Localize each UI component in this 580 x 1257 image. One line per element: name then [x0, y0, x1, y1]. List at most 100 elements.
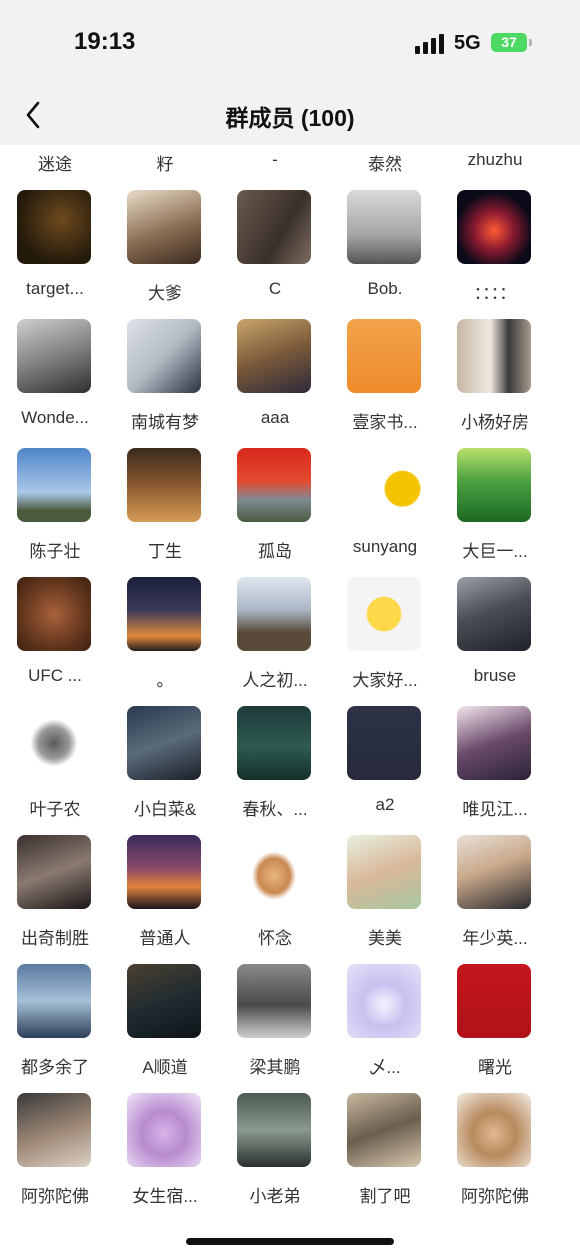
member-item[interactable]: UFC ... [0, 577, 110, 706]
member-avatar[interactable] [347, 448, 421, 522]
member-avatar[interactable] [17, 448, 91, 522]
member-item[interactable]: 小杨好房 [440, 319, 550, 448]
member-item[interactable]: 丁生 [110, 448, 220, 577]
member-item[interactable]: 小白菜& [110, 706, 220, 835]
member-item[interactable]: 大巨一... [440, 448, 550, 577]
member-avatar[interactable] [237, 577, 311, 651]
member-avatar[interactable] [17, 319, 91, 393]
member-item[interactable]: 陈子壮 [0, 448, 110, 577]
member-item[interactable]: 小老弟 [220, 1093, 330, 1222]
member-avatar[interactable] [127, 1093, 201, 1167]
member-avatar[interactable] [127, 448, 201, 522]
member-avatar[interactable] [457, 577, 531, 651]
member-avatar[interactable] [237, 448, 311, 522]
member-item[interactable]: sunyang [330, 448, 440, 577]
member-item[interactable]: 曙光 [440, 964, 550, 1093]
member-name: C [268, 279, 282, 298]
member-avatar[interactable] [127, 190, 201, 264]
member-item[interactable]: bruse [440, 577, 550, 706]
member-avatar[interactable] [457, 1093, 531, 1167]
member-avatar[interactable] [17, 964, 91, 1038]
member-avatar[interactable] [17, 577, 91, 651]
member-avatar[interactable] [347, 835, 421, 909]
member-avatar[interactable] [127, 964, 201, 1038]
member-avatar[interactable] [457, 964, 531, 1038]
member-avatar[interactable] [237, 835, 311, 909]
member-avatar[interactable] [17, 190, 91, 264]
home-indicator[interactable] [186, 1238, 394, 1245]
member-avatar[interactable] [17, 835, 91, 909]
member-item[interactable]: 阿弥陀佛 [0, 1093, 110, 1222]
member-item[interactable]: 都多余了 [0, 964, 110, 1093]
member-item[interactable]: 孤岛 [220, 448, 330, 577]
member-avatar[interactable] [347, 577, 421, 651]
member-avatar[interactable] [127, 706, 201, 780]
member-avatar[interactable] [347, 190, 421, 264]
member-avatar[interactable] [457, 319, 531, 393]
member-name: 梁其鹏 [249, 1058, 301, 1077]
member-item[interactable]: 叶子农 [0, 706, 110, 835]
member-item[interactable]: a2 [330, 706, 440, 835]
member-avatar[interactable] [17, 1093, 91, 1167]
member-avatar[interactable] [457, 835, 531, 909]
member-item[interactable]: 春秋、... [220, 706, 330, 835]
member-avatar[interactable] [237, 964, 311, 1038]
member-name: 小杨好房 [461, 413, 529, 432]
member-avatar[interactable] [127, 319, 201, 393]
member-name: 怀念 [258, 929, 292, 948]
member-avatar[interactable] [457, 706, 531, 780]
member-avatar[interactable] [237, 319, 311, 393]
member-item[interactable]: 乄... [330, 964, 440, 1093]
member-item[interactable]: Bob. [330, 190, 440, 319]
member-item[interactable]: aaa [220, 319, 330, 448]
member-item[interactable]: 阿弥陀佛 [440, 1093, 550, 1222]
member-item[interactable]: Wonde... [0, 319, 110, 448]
member-item[interactable]: 泰然 [330, 145, 440, 190]
member-name: 南城有梦 [131, 413, 199, 432]
member-item[interactable]: 籽 [110, 145, 220, 190]
member-avatar[interactable] [347, 319, 421, 393]
member-avatar[interactable] [237, 1093, 311, 1167]
member-name: 小白菜& [133, 800, 197, 819]
member-name: A顺道 [142, 1058, 188, 1077]
member-avatar[interactable] [347, 964, 421, 1038]
member-name: 出奇制胜 [21, 929, 89, 948]
member-name: Wonde... [21, 408, 89, 427]
member-item[interactable]: 大爹 [110, 190, 220, 319]
member-name: sunyang [352, 537, 418, 556]
member-item[interactable]: target... [0, 190, 110, 319]
member-item[interactable]: 迷途 [0, 145, 110, 190]
member-avatar[interactable] [457, 190, 531, 264]
member-item[interactable]: 梁其鹏 [220, 964, 330, 1093]
member-item[interactable]: A顺道 [110, 964, 220, 1093]
member-name: Bob. [367, 279, 403, 298]
member-avatar[interactable] [237, 706, 311, 780]
member-avatar[interactable] [237, 190, 311, 264]
member-item[interactable]: 壹家书... [330, 319, 440, 448]
member-avatar[interactable] [347, 706, 421, 780]
member-item[interactable]: 大家好... [330, 577, 440, 706]
member-name: 都多余了 [21, 1058, 89, 1077]
member-item[interactable]: 唯见江... [440, 706, 550, 835]
member-item[interactable]: zhuzhu [440, 145, 550, 190]
member-item[interactable]: 普通人 [110, 835, 220, 964]
member-item[interactable]: 美美 [330, 835, 440, 964]
member-name: 孤岛 [258, 542, 292, 561]
member-item[interactable]: - [220, 145, 330, 190]
member-avatar[interactable] [17, 706, 91, 780]
member-avatar[interactable] [457, 448, 531, 522]
member-item[interactable]: 出奇制胜 [0, 835, 110, 964]
member-item[interactable]: ：：：： [440, 190, 550, 319]
member-avatar[interactable] [127, 577, 201, 651]
member-item[interactable]: 割了吧 [330, 1093, 440, 1222]
member-grid[interactable]: 迷途 籽 - 泰然 zhuzhu target... 大爹 C Bob. ：：：： Wonde...… [0, 145, 580, 1257]
member-item[interactable]: 年少英... [440, 835, 550, 964]
member-avatar[interactable] [347, 1093, 421, 1167]
member-avatar[interactable] [127, 835, 201, 909]
member-item[interactable]: 南城有梦 [110, 319, 220, 448]
member-item[interactable]: 怀念 [220, 835, 330, 964]
member-item[interactable]: C [220, 190, 330, 319]
member-item[interactable]: 。 [110, 577, 220, 706]
member-item[interactable]: 人之初... [220, 577, 330, 706]
member-item[interactable]: 女生宿... [110, 1093, 220, 1222]
